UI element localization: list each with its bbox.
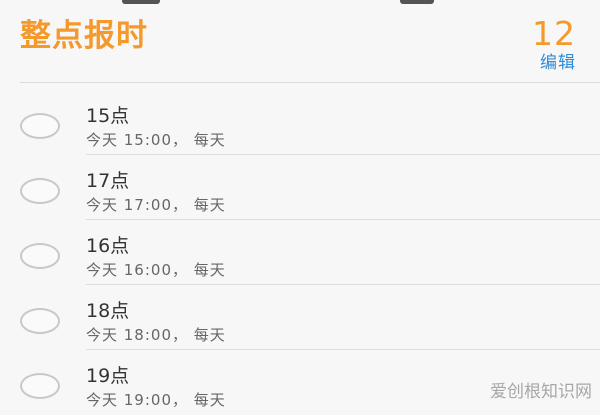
complete-circle-icon[interactable] [20, 243, 60, 269]
complete-circle-icon[interactable] [20, 113, 60, 139]
reminder-item[interactable]: 17点 今天 17:00， 每天 [0, 155, 600, 220]
reminder-title: 16点 [86, 235, 130, 257]
reminder-list: 15点 今天 15:00， 每天 17点 今天 17:00， 每天 16点 今天… [0, 90, 600, 415]
reminder-count: 12 [532, 14, 576, 53]
edit-button[interactable]: 编辑 [540, 52, 576, 74]
watermark-text: 爱创根知识网 [490, 382, 592, 402]
reminder-schedule: 今天 15:00， 每天 [86, 131, 226, 149]
reminder-item[interactable]: 15点 今天 15:00， 每天 [0, 90, 600, 155]
reminder-schedule: 今天 18:00， 每天 [86, 326, 226, 344]
reminder-item[interactable]: 16点 今天 16:00， 每天 [0, 220, 600, 285]
reminder-schedule: 今天 17:00， 每天 [86, 196, 226, 214]
complete-circle-icon[interactable] [20, 308, 60, 334]
reminder-schedule: 今天 19:00， 每天 [86, 391, 226, 409]
list-header: 整点报时 12 编辑 [0, 0, 600, 82]
reminder-title: 19点 [86, 365, 130, 387]
reminder-title: 18点 [86, 300, 130, 322]
complete-circle-icon[interactable] [20, 373, 60, 399]
reminder-title: 17点 [86, 170, 130, 192]
header-divider [20, 82, 600, 83]
reminder-schedule: 今天 16:00， 每天 [86, 261, 226, 279]
list-title: 整点报时 [20, 18, 148, 54]
reminder-item[interactable]: 18点 今天 18:00， 每天 [0, 285, 600, 350]
reminder-title: 15点 [86, 105, 130, 127]
complete-circle-icon[interactable] [20, 178, 60, 204]
